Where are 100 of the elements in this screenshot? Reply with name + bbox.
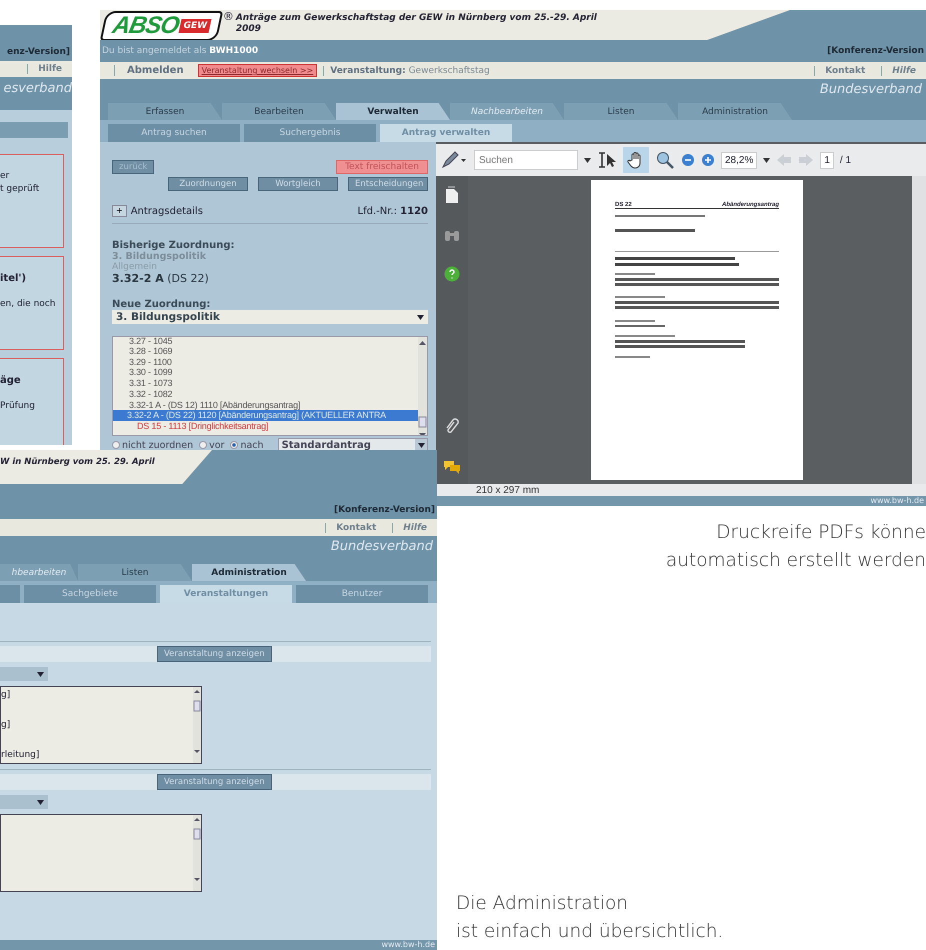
scrollbar[interactable]: [912, 176, 926, 484]
list-box[interactable]: [0, 814, 202, 892]
binoculars-icon[interactable]: [444, 228, 460, 242]
caret-icon: [418, 442, 424, 448]
list-item[interactable]: g]: [1, 690, 193, 700]
login-status: Du bist angemeldet als BWH1000: [102, 46, 258, 56]
tab[interactable]: Administration: [192, 564, 306, 581]
list-item[interactable]: 3.30 - 1099: [113, 367, 418, 378]
caret-icon: [37, 800, 44, 804]
pen-icon[interactable]: [440, 150, 468, 170]
search-field[interactable]: Suchen: [474, 150, 578, 170]
footer-link[interactable]: www.bw-h.de: [870, 496, 926, 506]
list-item[interactable]: 3.29 - 1100: [113, 356, 418, 368]
subtab[interactable]: Suchergebnis: [244, 124, 376, 142]
zoom-in-icon[interactable]: [701, 153, 715, 167]
scrollbar[interactable]: [193, 687, 201, 763]
page-size-label: 210 x 297 mm: [476, 484, 540, 496]
registered-mark: ®: [222, 10, 234, 23]
list-item[interactable]: 3.27 - 1045: [113, 337, 418, 346]
logout-link[interactable]: Abmelden: [114, 65, 192, 76]
pages-icon[interactable]: [445, 186, 459, 204]
tab[interactable]: Erfassen: [108, 103, 222, 120]
caret-icon: [37, 672, 44, 676]
radio-option[interactable]: nach: [230, 440, 264, 450]
subtab[interactable]: Antrag verwalten: [380, 124, 512, 142]
event-label: Veranstaltung: Gewerkschaftstag: [323, 66, 490, 76]
nav-link[interactable]: Kontakt: [814, 66, 876, 76]
dropdown[interactable]: [0, 795, 48, 809]
list-item[interactable]: rleitung]: [1, 750, 193, 760]
action-button[interactable]: Zuordnungen: [168, 177, 248, 191]
tab[interactable]: Listen: [564, 103, 678, 120]
box-text: en, die noch: [0, 299, 56, 309]
section-title: Antragsdetails: [130, 206, 203, 216]
box-text: Prüfung: [0, 401, 36, 411]
nav-link[interactable]: Hilfe: [392, 522, 437, 532]
caret-icon[interactable]: [584, 158, 591, 162]
zoom-field[interactable]: 28,2%: [721, 152, 758, 168]
list-box[interactable]: [112, 336, 428, 436]
help-icon[interactable]: [444, 266, 460, 282]
list-item[interactable]: g]: [1, 720, 193, 730]
nav-link[interactable]: Hilfe: [881, 66, 926, 76]
change-event-link[interactable]: Veranstaltung wechseln >>: [198, 64, 318, 77]
footer-link[interactable]: www.bw-h.de: [381, 940, 437, 950]
tab[interactable]: Bearbeiten: [222, 103, 336, 120]
subtab[interactable]: Veranstaltungen: [160, 585, 292, 603]
tab[interactable]: Administration: [678, 103, 792, 120]
caret-icon[interactable]: [763, 158, 770, 162]
radio-option[interactable]: vor: [199, 440, 224, 450]
caret-icon: [417, 314, 424, 320]
subtab[interactable]: Antrag suchen: [108, 124, 240, 142]
organization-label: esverband: [3, 81, 72, 96]
zoom-out-icon[interactable]: [681, 153, 695, 167]
serial-number: Lfd.-Nr.: 1120: [358, 206, 428, 216]
list-item[interactable]: 3.31 - 1073: [113, 378, 418, 389]
list-item[interactable]: 3.32-2 A - (DS 22) 1120 [Abänderungsantrag] (AKTUELLER ANTRA: [113, 410, 418, 421]
field-heading: Neue Zuordnung:: [112, 299, 212, 310]
list-item[interactable]: 3.32 - 1082: [113, 388, 418, 400]
tab[interactable]: Verwalten: [336, 103, 450, 120]
show-event-button[interactable]: Veranstaltung anzeigen: [157, 646, 272, 662]
subtab[interactable]: Sachgebiete: [24, 585, 156, 603]
paperclip-icon[interactable]: [445, 418, 459, 436]
scrollbar[interactable]: [193, 815, 201, 891]
field-heading: Bisherige Zuordnung:: [112, 240, 236, 251]
motion-code: 3.32-2 A (DS 22): [112, 272, 210, 285]
version-label: [Konferenz-Version]: [334, 505, 436, 515]
list-item[interactable]: DS 15 - 1113 [Dringlichkeitsantrag]: [113, 420, 418, 432]
scrollbar[interactable]: [418, 337, 427, 435]
caption: Die Administration ist einfach und übersichtlich.: [456, 892, 724, 944]
category-text: 3. Bildungspolitik: [112, 251, 208, 262]
version-label: [Konferenz-Version: [827, 46, 925, 56]
radio-option[interactable]: nicht zuordnen: [112, 440, 194, 450]
app-title: Anträge zum Gewerkschaftstag der GEW in Nürnberg vom 25.-29. April 2009: [234, 12, 597, 35]
hand-tool-button[interactable]: [623, 147, 649, 173]
box-title: itel'): [0, 273, 28, 284]
show-event-button[interactable]: Veranstaltung anzeigen: [157, 774, 272, 790]
page-field[interactable]: 1: [820, 152, 834, 168]
list-box[interactable]: g] g] rleitung]: [0, 686, 202, 764]
action-button[interactable]: Entscheidungen: [348, 177, 428, 191]
list-item[interactable]: 3.28 - 1069: [113, 346, 418, 357]
subtab[interactable]: Benutzer: [296, 585, 428, 603]
caption: Druckreife PDFs könne automatisch erstellt werden: [666, 521, 926, 573]
action-button[interactable]: Wortgleich: [258, 177, 338, 191]
section-bar: [0, 122, 68, 138]
organization-label: Bundesverband: [820, 82, 922, 96]
organization-label: Bundesverband: [330, 538, 433, 554]
dropdown[interactable]: [0, 667, 48, 681]
zoom-icon[interactable]: [655, 150, 675, 170]
box-text: er: [0, 171, 10, 181]
category-dropdown[interactable]: 3. Bildungspolitik: [112, 310, 428, 324]
box-text: t geprüft: [0, 184, 40, 194]
nav-link[interactable]: Kontakt: [325, 522, 386, 532]
expand-toggle[interactable]: +: [112, 205, 127, 217]
version-label: enz-Version]: [7, 47, 71, 57]
box-title: äge: [0, 375, 22, 386]
tab[interactable]: Listen: [78, 564, 192, 581]
comment-icon[interactable]: [443, 460, 461, 474]
app-title: W in Nürnberg vom 25. 29. April: [0, 456, 155, 467]
page-count: / 1: [840, 154, 852, 166]
text-select-icon[interactable]: [597, 151, 617, 169]
list-item[interactable]: 3.32-1 A - (DS 12) 1110 [Abänderungsantrag]: [113, 400, 418, 410]
